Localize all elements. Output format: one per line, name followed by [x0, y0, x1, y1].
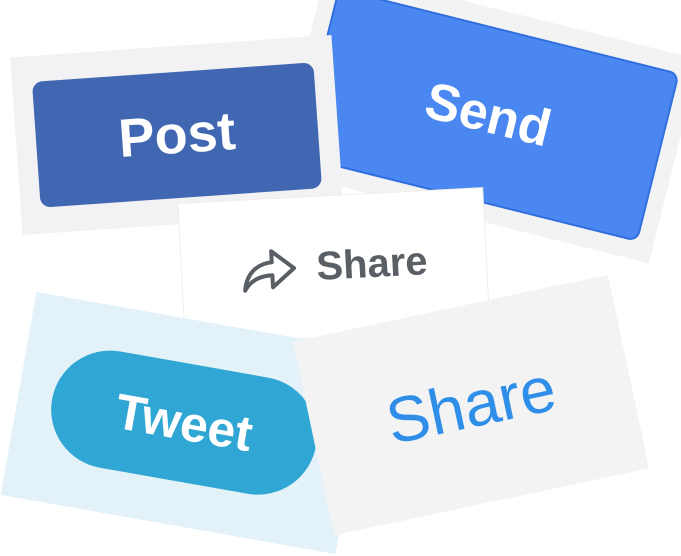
- share-buttons-collage: Send Post Share Tweet Share: [0, 0, 681, 556]
- share-arrow-icon: [239, 242, 300, 297]
- share-button-label: Share: [315, 238, 429, 289]
- share-text-button-label: Share: [379, 352, 563, 458]
- tweet-button-label: Tweet: [111, 383, 257, 463]
- post-button[interactable]: Post: [31, 62, 323, 208]
- post-button-label: Post: [116, 100, 238, 170]
- tweet-button[interactable]: Tweet: [41, 341, 327, 505]
- send-button-label: Send: [419, 71, 557, 159]
